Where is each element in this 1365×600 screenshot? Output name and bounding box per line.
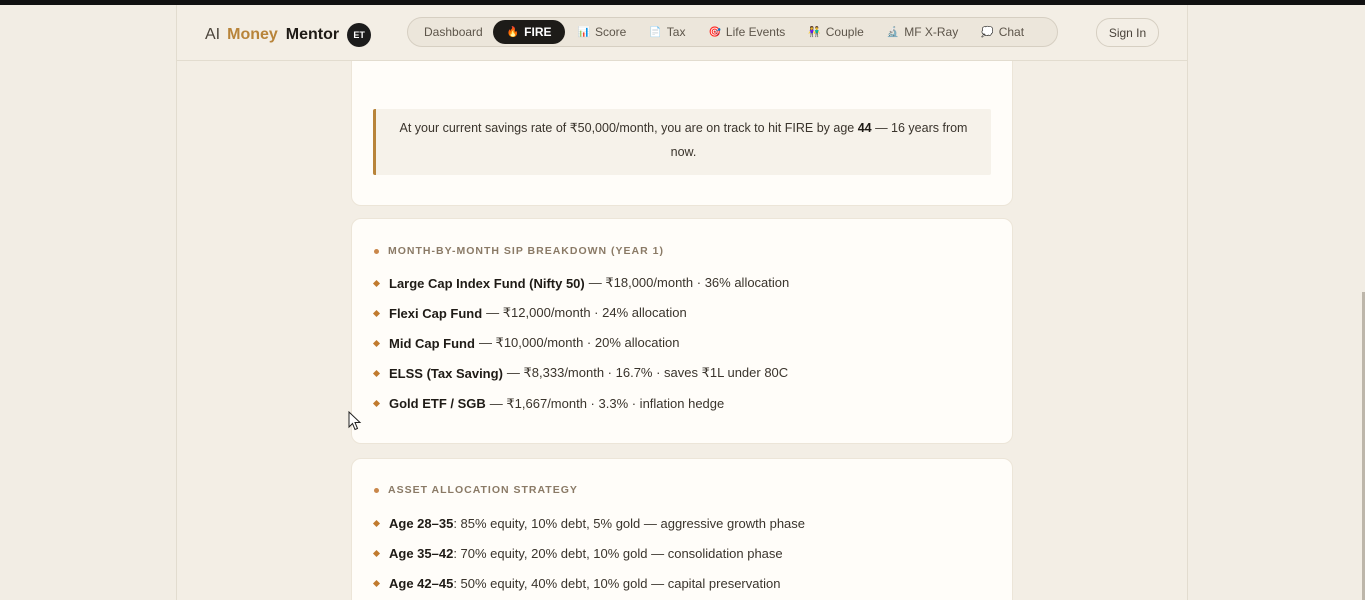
diamond-bullet-icon (372, 369, 381, 377)
sip-item-detail: — ₹18,000/month · 36% allocation (588, 275, 790, 290)
diamond-bullet-icon (372, 519, 381, 527)
sip-list: Large Cap Index Fund (Nifty 50) — ₹18,000… (372, 268, 790, 419)
sip-item-detail: — ₹8,333/month · 16.7% · saves ₹1L under… (506, 365, 789, 380)
et-badge: ET (347, 23, 372, 47)
sip-item-name: Flexi Cap Fund (389, 305, 483, 321)
diamond-bullet-icon (372, 309, 381, 317)
couple-icon: 👫 (808, 26, 821, 38)
sip-item: Gold ETF / SGB — ₹1,667/month · 3.3% · in… (372, 388, 789, 419)
allocation-item-detail: : 85% equity, 10% debt, 5% gold — aggres… (453, 515, 806, 531)
tab-label: Couple (825, 25, 864, 39)
sip-item-name: Gold ETF / SGB (389, 396, 486, 411)
allocation-item-detail: : 50% equity, 40% debt, 10% gold — capit… (453, 575, 781, 591)
allocation-item: Age 42–45: 50% equity, 40% debt, 10% gol… (372, 568, 805, 598)
tab-label: Dashboard (424, 25, 483, 39)
top-navbar: AI Money Mentor ET Dashboard 🔥 FIRE 📊 Scor… (177, 5, 1187, 61)
callout-text-pre: At your current savings rate of ₹50,000/… (399, 121, 858, 135)
allocation-list: Age 28–35: 85% equity, 10% debt, 5% gold… (372, 508, 806, 598)
target-icon: 🎯 (708, 26, 721, 38)
tab-life-events[interactable]: 🎯 Life Events (695, 20, 795, 44)
allocation-item-name: Age 35–42 (389, 545, 454, 561)
sip-section-title-text: MONTH-BY-MONTH SIP BREAKDOWN (YEAR 1) (388, 245, 664, 257)
sip-item-name: ELSS (Tax Saving) (389, 365, 503, 381)
section-dot-icon (374, 248, 379, 254)
diamond-bullet-icon (372, 399, 381, 408)
section-dot-icon (374, 487, 379, 493)
tab-label: FIRE (524, 25, 552, 39)
sip-item-detail: — ₹12,000/month · 24% allocation (486, 305, 687, 320)
main-tabs: Dashboard 🔥 FIRE 📊 Score 📄 Tax 🎯 Life Events… (407, 17, 1058, 47)
tab-dashboard[interactable]: Dashboard (411, 20, 493, 44)
tab-score[interactable]: 📊 Score (565, 20, 637, 44)
sip-item-name: Mid Cap Fund (389, 335, 475, 351)
brand-logo[interactable]: AI Money Mentor ET (205, 23, 372, 47)
tab-couple[interactable]: 👫 Couple (795, 20, 873, 44)
tab-label: Chat (998, 25, 1025, 39)
fire-age: 44 (857, 121, 872, 135)
diamond-bullet-icon (372, 549, 381, 557)
brand-money: Money (227, 26, 278, 43)
allocation-item: Age 28–35: 85% equity, 10% debt, 5% gold… (372, 508, 806, 538)
sip-breakdown-card: MONTH-BY-MONTH SIP BREAKDOWN (YEAR 1) La… (351, 218, 1013, 444)
tab-mf-xray[interactable]: 🔬 MF X-Ray (874, 20, 968, 44)
allocation-section-title: ASSET ALLOCATION STRATEGY (374, 484, 578, 496)
brand-mentor: Mentor (285, 26, 340, 43)
diamond-bullet-icon (372, 579, 381, 587)
brand-ai: AI (205, 26, 221, 43)
allocation-item-name: Age 42–45 (389, 575, 454, 591)
sip-item-detail: — ₹10,000/month · 20% allocation (478, 335, 680, 350)
sip-item-name: Large Cap Index Fund (Nifty 50) (389, 275, 585, 291)
allocation-item: Age 35–42: 70% equity, 20% debt, 10% gol… (372, 538, 805, 568)
document-icon: 📄 (649, 26, 662, 38)
allocation-item-name: Age 28–35 (389, 515, 454, 531)
tab-tax[interactable]: 📄 Tax (636, 20, 695, 44)
sip-item: Large Cap Index Fund (Nifty 50) — ₹18,000… (372, 268, 790, 298)
allocation-item-detail: : 70% equity, 20% debt, 10% gold — conso… (453, 545, 783, 561)
microscope-icon: 🔬 (886, 26, 900, 38)
sign-in-button[interactable]: Sign In (1096, 18, 1159, 47)
fire-projection-callout: At your current savings rate of ₹50,000/… (373, 109, 991, 175)
tab-chat[interactable]: 💭 Chat (968, 20, 1034, 44)
app-frame: At your current savings rate of ₹50,000/… (176, 5, 1188, 600)
tab-label: Tax (666, 25, 686, 39)
allocation-section-title-text: ASSET ALLOCATION STRATEGY (388, 484, 578, 496)
thought-bubble-icon: 💭 (981, 26, 994, 38)
tab-label: MF X-Ray (904, 25, 959, 39)
sip-item-detail: — ₹1,667/month · 3.3% · inflation hedge (489, 395, 725, 411)
tab-label: Score (594, 25, 627, 39)
mouse-cursor-icon (348, 411, 362, 431)
sip-item: Mid Cap Fund — ₹10,000/month · 20% alloca… (372, 328, 789, 358)
asset-allocation-card: ASSET ALLOCATION STRATEGY Age 28–35: 85%… (351, 458, 1013, 600)
bar-chart-icon: 📊 (577, 26, 590, 38)
diamond-bullet-icon (372, 279, 381, 287)
sip-section-title: MONTH-BY-MONTH SIP BREAKDOWN (YEAR 1) (374, 245, 664, 257)
tab-label: Life Events (725, 25, 786, 39)
tab-fire[interactable]: 🔥 FIRE (492, 20, 565, 44)
sip-item: ELSS (Tax Saving) — ₹8,333/month · 16.7% … (372, 358, 789, 388)
diamond-bullet-icon (372, 339, 381, 347)
fire-summary-card: At your current savings rate of ₹50,000/… (351, 50, 1013, 206)
sip-item: Flexi Cap Fund — ₹12,000/month · 24% allo… (372, 298, 789, 328)
fire-icon: 🔥 (506, 26, 520, 38)
